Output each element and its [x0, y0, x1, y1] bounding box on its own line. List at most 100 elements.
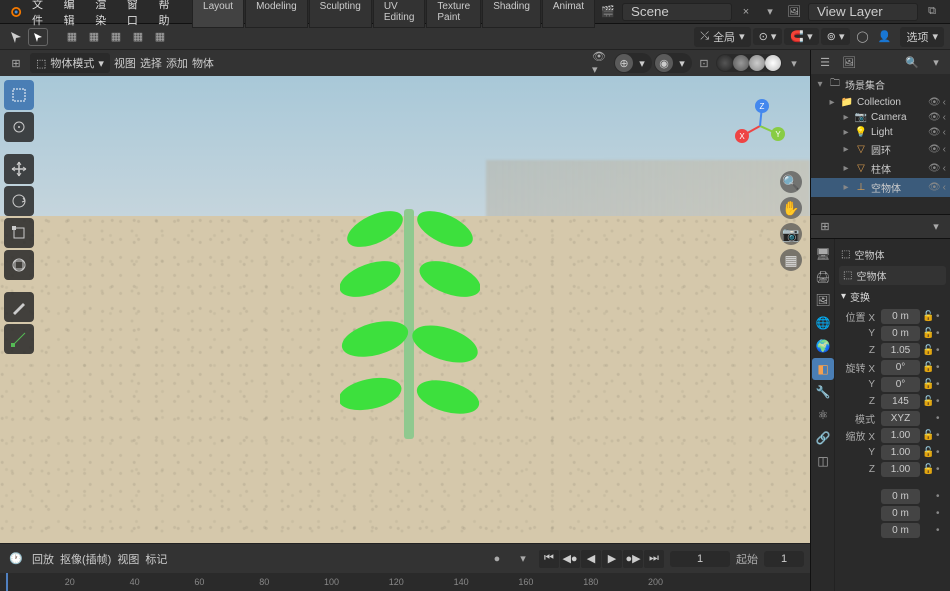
datablock-selector[interactable]: ⬚ 空物体: [839, 266, 946, 285]
transform-tool[interactable]: [4, 250, 34, 280]
location-y-input[interactable]: 0 m: [881, 326, 920, 341]
select-mode-extend-icon[interactable]: ▦: [84, 28, 104, 46]
nav-gizmo[interactable]: X Y Z: [730, 96, 790, 156]
gizmo-dropdown-icon[interactable]: ▾: [633, 54, 651, 72]
snap-dropdown[interactable]: 🧲 ▾: [784, 28, 818, 45]
scene-properties-tab[interactable]: 🌐: [812, 312, 834, 334]
object-menu[interactable]: 物体: [192, 55, 214, 71]
lock-icon[interactable]: 🔓: [922, 362, 934, 373]
rotation-x-input[interactable]: 0°: [881, 360, 920, 375]
lock-icon[interactable]: 🔓: [922, 396, 934, 407]
rotation-y-input[interactable]: 0°: [881, 377, 920, 392]
extra-value-2[interactable]: 0 m: [881, 523, 920, 538]
select-mode-subtract-icon[interactable]: ▦: [106, 28, 126, 46]
lock-icon[interactable]: 🔓: [922, 328, 934, 339]
jump-start-icon[interactable]: ⏮: [539, 550, 559, 568]
matprev-shading-icon[interactable]: [749, 55, 765, 71]
transform-section-header[interactable]: ▾ 变换: [839, 285, 946, 308]
overlay-dropdown-icon[interactable]: ▾: [673, 54, 691, 72]
output-properties-tab[interactable]: 🖨: [812, 266, 834, 288]
scale-y-input[interactable]: 1.00: [881, 445, 920, 460]
outliner-display-icon[interactable]: 🖼: [839, 53, 859, 71]
camera-nav-icon[interactable]: 📷: [780, 223, 802, 245]
current-frame-input[interactable]: 1: [670, 551, 730, 567]
collapse-icon[interactable]: ▾: [815, 79, 825, 90]
menu-file[interactable]: 文件: [24, 0, 54, 31]
select-tool-icon[interactable]: [28, 28, 48, 46]
outliner-filter-icon[interactable]: 🔍: [902, 53, 922, 71]
transform-orientation-dropdown[interactable]: ⤯ 全局 ▾: [694, 27, 750, 47]
outliner-row-Camera[interactable]: ▸📷Camera👁‹: [811, 110, 950, 125]
viewlayer-properties-tab[interactable]: 🖼: [812, 289, 834, 311]
viewlayer-name-input[interactable]: [808, 3, 918, 21]
selectable-icon[interactable]: ‹: [943, 144, 946, 155]
visibility-dropdown-icon[interactable]: 👁 ▾: [592, 54, 612, 72]
view-menu[interactable]: 视图: [114, 55, 136, 71]
select-mode-intersect-icon[interactable]: ▦: [128, 28, 148, 46]
select-mode-invert-icon[interactable]: ▦: [150, 28, 170, 46]
menu-render[interactable]: 渲染: [87, 0, 117, 31]
selectable-icon[interactable]: ‹: [943, 112, 946, 123]
lock-icon[interactable]: 🔓: [922, 311, 934, 322]
tab-uv-editing[interactable]: UV Editing: [373, 0, 426, 28]
scale-tool[interactable]: [4, 218, 34, 248]
zoom-nav-icon[interactable]: 🔍: [780, 171, 802, 193]
lock-icon[interactable]: 🔓: [922, 345, 934, 356]
wireframe-shading-icon[interactable]: [717, 55, 733, 71]
data-properties-tab[interactable]: ◫: [812, 450, 834, 472]
select-box-tool[interactable]: [4, 80, 34, 110]
outliner-row-柱体[interactable]: ▸▽柱体👁‹: [811, 159, 950, 178]
proportional-connected-icon[interactable]: ◯: [852, 28, 872, 46]
scene-browse-icon[interactable]: 🎬: [598, 3, 618, 21]
marker-menu[interactable]: 标记: [145, 551, 167, 567]
physics-properties-tab[interactable]: ⚛: [812, 404, 834, 426]
rotate-tool[interactable]: [4, 186, 34, 216]
scene-name-input[interactable]: [622, 3, 732, 21]
visibility-icon[interactable]: 👁: [928, 144, 941, 155]
keyframe-prev-icon[interactable]: ◀●: [560, 550, 580, 568]
outliner-row-空物体[interactable]: ▸⊥空物体👁‹: [811, 178, 950, 197]
timeline-ruler[interactable]: 20 40 60 80 100 120 140 160 180 200: [0, 573, 810, 591]
proportional-projected-icon[interactable]: 👤: [874, 28, 894, 46]
solid-shading-icon[interactable]: [733, 55, 749, 71]
pivot-dropdown[interactable]: ⊙ ▾: [753, 28, 783, 45]
location-x-input[interactable]: 0 m: [881, 309, 920, 324]
autokey-dropdown-icon[interactable]: ▾: [513, 550, 533, 568]
rotation-mode-dropdown[interactable]: XYZ: [881, 411, 920, 426]
menu-edit[interactable]: 编辑: [56, 0, 86, 31]
play-icon[interactable]: ▶: [602, 550, 622, 568]
rotation-z-input[interactable]: 145: [881, 394, 920, 409]
collapse-icon[interactable]: ▸: [841, 112, 851, 123]
proportional-edit-dropdown[interactable]: ⊚ ▾: [821, 28, 851, 45]
visibility-icon[interactable]: 👁: [928, 97, 941, 108]
pan-nav-icon[interactable]: ✋: [780, 197, 802, 219]
scene-new-icon[interactable]: ▾: [760, 3, 780, 21]
tab-shading[interactable]: Shading: [482, 0, 541, 28]
selectable-icon[interactable]: ‹: [943, 97, 946, 108]
measure-tool[interactable]: [4, 324, 34, 354]
options-dropdown[interactable]: 选项 ▾: [900, 27, 944, 47]
shading-dropdown-icon[interactable]: ▾: [784, 54, 804, 72]
show-gizmo-icon[interactable]: ⊕: [615, 54, 633, 72]
rendered-shading-icon[interactable]: [765, 55, 781, 71]
collapse-icon[interactable]: ▸: [841, 182, 851, 193]
menu-help[interactable]: 帮助: [150, 0, 180, 31]
outliner-editor-icon[interactable]: ☰: [815, 53, 835, 71]
tab-animation[interactable]: Animat: [542, 0, 595, 28]
selectable-icon[interactable]: ‹: [943, 127, 946, 138]
tab-texture-paint[interactable]: Texture Paint: [426, 0, 481, 28]
tab-layout[interactable]: Layout: [192, 0, 244, 28]
object-properties-tab[interactable]: ◧: [812, 358, 834, 380]
annotate-tool[interactable]: [4, 292, 34, 322]
scale-x-input[interactable]: 1.00: [881, 428, 920, 443]
keyframe-next-icon[interactable]: ●▶: [623, 550, 643, 568]
select-menu[interactable]: 选择: [140, 55, 162, 71]
location-z-input[interactable]: 1.05: [881, 343, 920, 358]
lock-icon[interactable]: 🔓: [922, 447, 934, 458]
play-reverse-icon[interactable]: ◀: [581, 550, 601, 568]
keying-menu[interactable]: 抠像(插帧): [60, 551, 111, 567]
timeline-editor-icon[interactable]: 🕐: [6, 550, 26, 568]
add-menu[interactable]: 添加: [166, 55, 188, 71]
properties-editor-icon[interactable]: ⊞: [815, 218, 835, 236]
selectable-icon[interactable]: ‹: [943, 182, 946, 193]
